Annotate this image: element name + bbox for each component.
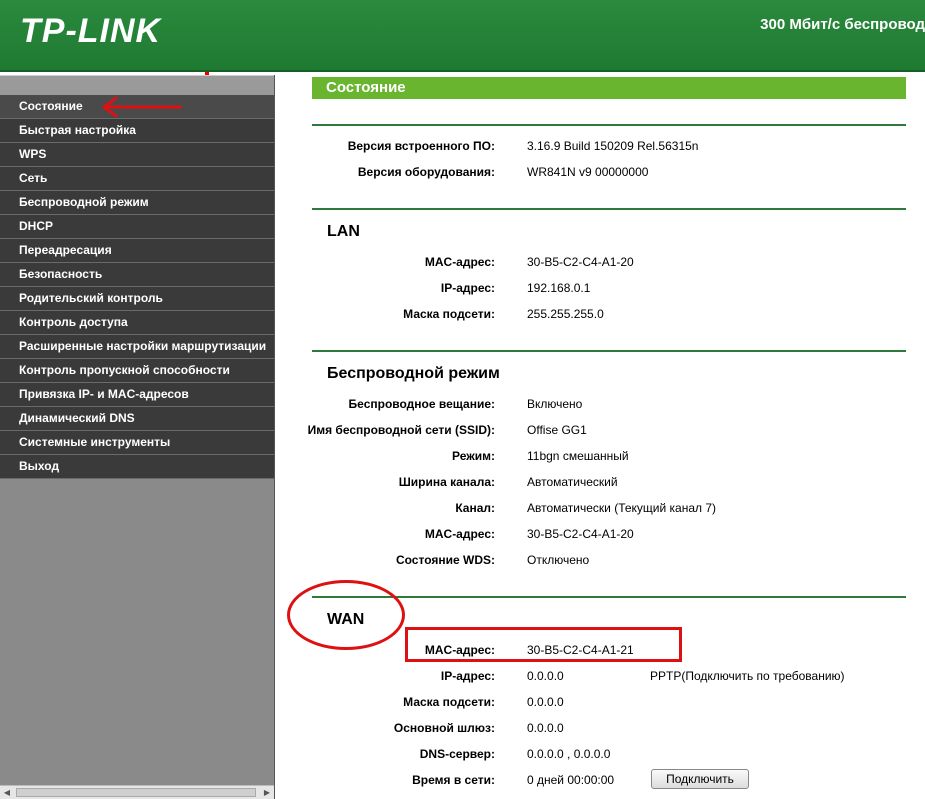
wan-dns-value: 0.0.0.0 , 0.0.0.0 [527, 747, 611, 761]
wireless-broadcast-value: Включено [527, 397, 583, 411]
scroll-left-icon[interactable]: ◀ [0, 786, 14, 799]
header-banner: TP-LINK 300 Мбит/с беспровод [0, 0, 925, 72]
sidebar-background [0, 479, 274, 785]
wireless-mode-value: 11bgn смешанный [527, 449, 629, 463]
wan-uptime-row: Время в сети: 0 дней 00:00:00 Подключить [278, 767, 925, 793]
wireless-channel-width-row: Ширина канала: Автоматический [278, 469, 925, 495]
wan-gateway-row: Основной шлюз: 0.0.0.0 [278, 715, 925, 741]
wan-mask-row: Маска подсети: 0.0.0.0 [278, 689, 925, 715]
sidebar-item-wireless[interactable]: Беспроводной режим [0, 191, 274, 215]
hardware-version-value: WR841N v9 00000000 [527, 165, 649, 179]
lan-mask-row: Маска подсети: 255.255.255.0 [278, 301, 925, 327]
lan-mac-label: MAC-адрес: [424, 255, 495, 269]
sidebar-menu: Состояние Быстрая настройка WPS Сеть Бес… [0, 75, 275, 799]
header-title: 300 Мбит/с беспровод [760, 16, 925, 33]
wireless-ssid-row: Имя беспроводной сети (SSID): Offise GG1 [278, 417, 925, 443]
red-box-annotation [405, 627, 682, 662]
wireless-mac-row: MAC-адрес: 30-B5-C2-C4-A1-20 [278, 521, 925, 547]
divider [312, 350, 906, 352]
lan-mask-label: Маска подсети: [403, 307, 495, 321]
page-title: Состояние [312, 77, 906, 99]
wan-gateway-value: 0.0.0.0 [527, 721, 564, 735]
divider [312, 208, 906, 210]
sidebar-item-advanced-routing[interactable]: Расширенные настройки маршрутизации [0, 335, 274, 359]
wan-mask-label: Маска подсети: [403, 695, 495, 709]
firmware-version-row: Версия встроенного ПО: 3.16.9 Build 1502… [278, 133, 925, 159]
main-content: Состояние Версия встроенного ПО: 3.16.9 … [278, 75, 925, 799]
wireless-channel-label: Канал: [455, 501, 495, 515]
lan-heading: LAN [327, 223, 360, 240]
sidebar-item-wps[interactable]: WPS [0, 143, 274, 167]
wireless-channel-width-value: Автоматический [527, 475, 618, 489]
wireless-wds-label: Состояние WDS: [395, 553, 495, 567]
lan-mac-value: 30-B5-C2-C4-A1-20 [527, 255, 634, 269]
red-arrow-annotation [101, 96, 182, 118]
sidebar-item-access-control[interactable]: Контроль доступа [0, 311, 274, 335]
wan-mask-value: 0.0.0.0 [527, 695, 564, 709]
wan-dns-label: DNS-сервер: [419, 747, 495, 761]
sidebar-horizontal-scrollbar[interactable]: ◀ ▶ [0, 785, 274, 799]
red-oval-annotation [287, 580, 405, 650]
sidebar-item-ip-mac-binding[interactable]: Привязка IP- и MAC-адресов [0, 383, 274, 407]
sidebar-item-dynamic-dns[interactable]: Динамический DNS [0, 407, 274, 431]
wireless-mode-label: Режим: [452, 449, 495, 463]
firmware-version-label: Версия встроенного ПО: [347, 139, 495, 153]
firmware-version-value: 3.16.9 Build 150209 Rel.56315n [527, 139, 699, 153]
wireless-wds-value: Отключено [527, 553, 590, 567]
sidebar-item-forwarding[interactable]: Переадресация [0, 239, 274, 263]
hardware-version-row: Версия оборудования: WR841N v9 00000000 [278, 159, 925, 185]
wan-ip-row: IP-адрес: 0.0.0.0 PPTP(Подключить по тре… [278, 663, 925, 689]
wireless-broadcast-label: Беспроводное вещание: [348, 397, 495, 411]
lan-mask-value: 255.255.255.0 [527, 307, 604, 321]
wireless-mac-label: MAC-адрес: [424, 527, 495, 541]
sidebar-item-network[interactable]: Сеть [0, 167, 274, 191]
sidebar-item-security[interactable]: Безопасность [0, 263, 274, 287]
wireless-ssid-label: Имя беспроводной сети (SSID): [307, 423, 495, 437]
wireless-channel-row: Канал: Автоматически (Текущий канал 7) [278, 495, 925, 521]
hardware-version-label: Версия оборудования: [357, 165, 495, 179]
wan-uptime-label: Время в сети: [412, 773, 495, 787]
divider [312, 596, 906, 598]
sidebar-item-quick-setup[interactable]: Быстрая настройка [0, 119, 274, 143]
tp-link-logo: TP-LINK [20, 12, 162, 50]
wireless-channel-width-label: Ширина канала: [398, 475, 495, 489]
lan-ip-label: IP-адрес: [440, 281, 495, 295]
sidebar-item-logout[interactable]: Выход [0, 455, 274, 479]
scroll-right-icon[interactable]: ▶ [260, 786, 274, 799]
scrollbar-thumb[interactable] [16, 788, 256, 797]
wireless-broadcast-row: Беспроводное вещание: Включено [278, 391, 925, 417]
wan-connection-type: PPTP(Подключить по требованию) [650, 669, 845, 683]
wan-dns-row: DNS-сервер: 0.0.0.0 , 0.0.0.0 [278, 741, 925, 767]
wan-ip-label: IP-адрес: [440, 669, 495, 683]
sidebar-top-strip [0, 75, 274, 95]
sidebar-item-dhcp[interactable]: DHCP [0, 215, 274, 239]
wireless-wds-row: Состояние WDS: Отключено [278, 547, 925, 573]
sidebar-item-system-tools[interactable]: Системные инструменты [0, 431, 274, 455]
lan-ip-row: IP-адрес: 192.168.0.1 [278, 275, 925, 301]
wireless-channel-value: Автоматически (Текущий канал 7) [527, 501, 717, 515]
wan-uptime-value: 0 дней 00:00:00 [527, 773, 615, 787]
sidebar-item-bandwidth-control[interactable]: Контроль пропускной способности [0, 359, 274, 383]
wireless-mode-row: Режим: 11bgn смешанный [278, 443, 925, 469]
connect-button[interactable]: Подключить [651, 769, 749, 789]
lan-ip-value: 192.168.0.1 [527, 281, 591, 295]
wireless-heading: Беспроводной режим [327, 365, 500, 382]
wireless-ssid-value: Offise GG1 [527, 423, 587, 437]
divider [312, 124, 906, 126]
sidebar-item-parental-control[interactable]: Родительский контроль [0, 287, 274, 311]
wan-gateway-label: Основной шлюз: [393, 721, 495, 735]
wireless-mac-value: 30-B5-C2-C4-A1-20 [527, 527, 634, 541]
wan-ip-value: 0.0.0.0 [527, 669, 564, 683]
